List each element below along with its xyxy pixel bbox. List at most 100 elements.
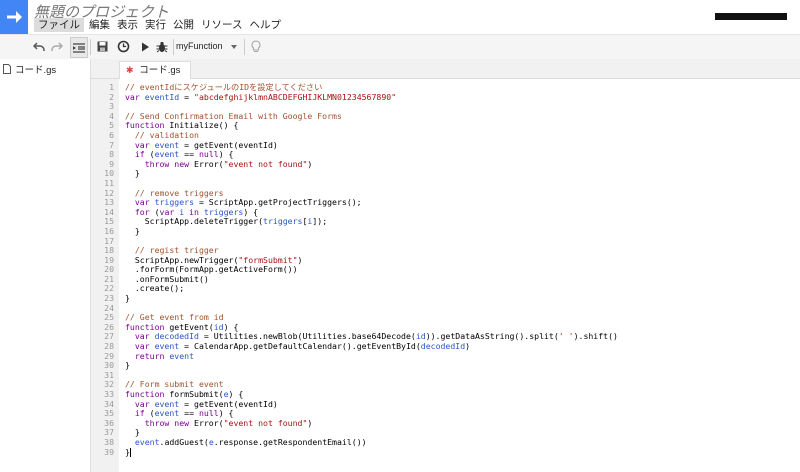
code-token: } [125,168,140,179]
code-token: ) { [228,389,244,399]
code-token: )).getDataAsString().split( [425,331,559,342]
code-token: var [134,341,155,352]
code-token: var [134,398,155,409]
code-token: // Send Confirmation Email with Google F… [125,110,342,121]
app-header: 無題のプロジェクト ファイル 編集 表示 実行 公開 リソース ヘルプ [0,0,800,34]
code-token: event [134,436,160,447]
run-button[interactable] [139,37,151,56]
code-token: decodedId [154,331,199,342]
code-token: event [169,350,195,361]
code-token: var [134,139,155,150]
code-token: event [154,408,180,419]
file-sidebar: コード.gs [0,59,91,472]
code-token: in [184,206,204,217]
code-token: = getEvent(eventId) [179,398,278,409]
toolbar: myFunction [0,34,800,60]
code-text: throw new Error("event not found") [125,158,313,170]
menu-run[interactable]: 実行 [145,18,173,32]
code-token: // remove triggers [134,187,224,198]
code-token: "abcdefghijklmnABCDEFGHIJKLMN01234567890… [194,91,397,102]
menu-resources[interactable]: リソース [201,18,249,32]
code-text: ScriptApp.deleteTrigger(triggers[i]); [125,217,327,227]
debug-bug-icon [156,41,168,52]
debug-button[interactable] [155,37,169,56]
code-token: triggers [154,197,195,208]
redo-button[interactable] [50,37,64,56]
text-cursor [129,447,131,457]
triggers-button[interactable] [116,37,130,56]
code-token: } [125,293,130,304]
chevron-down-icon [231,45,237,49]
indent-button[interactable] [70,37,88,58]
code-editor[interactable]: 1// eventIdにスケジュールのIDを設定してください 2 var event… [91,79,800,472]
code-token: var [134,197,155,208]
code-token: "formSubmit" [238,254,298,265]
code-token: "event not found" [223,158,308,169]
toolbar-divider [173,39,174,55]
code-token: event [154,398,180,409]
code-token: = [179,91,195,102]
code-text: throw new Error("event not found") [125,417,313,429]
code-token: eventId [144,91,180,102]
code-token: triggers [263,216,303,227]
code-token: ).shift() [573,331,618,342]
code-token: .addGuest( [159,436,209,447]
code-token: .forForm(FormApp.getActiveForm()) [125,264,298,275]
lightbulb-button[interactable] [249,37,263,56]
code-token: ) { [223,321,239,332]
code-token: Initialize() { [169,120,239,131]
code-token: .response.getRespondentEmail()) [213,436,367,447]
menu-bar: ファイル 編集 表示 実行 公開 リソース ヘルプ [34,18,288,32]
code-token: formSubmit( [169,389,224,399]
menu-view[interactable]: 表示 [117,18,145,32]
code-token: // Get event from id [125,312,224,323]
code-token: = CalendarApp.getDefaultCalendar().getEv… [179,341,421,352]
code-token: ]); [312,216,328,227]
code-text: event.addGuest(e.response.getRespondentE… [125,436,367,448]
modified-icon: ✱ [126,65,134,75]
save-button[interactable] [95,37,109,56]
menu-publish[interactable]: 公開 [173,18,201,32]
code-token: ) [297,254,303,265]
function-select[interactable]: myFunction [176,38,240,55]
code-text: } [125,293,130,304]
menu-help[interactable]: ヘルプ [249,18,288,32]
code-token: null [198,408,219,419]
apps-script-logo[interactable] [0,0,28,34]
code-token: id [213,321,224,332]
code-token: == [179,149,199,160]
code-token: if [134,408,150,419]
code-token: "event not found" [223,417,308,428]
code-text: return event [125,350,195,362]
account-area[interactable] [715,13,787,20]
code-text: } [125,169,140,179]
code-token: event [154,341,180,352]
code-token: decodedId [420,341,466,352]
code-token: // validation [134,129,199,140]
code-token: .create(); [125,283,185,294]
code-token: // eventIdにスケジュールのIDを設定してください [125,82,323,92]
editor-tab-bar: ✱ コード.gs [91,59,800,79]
indent-icon [73,42,85,53]
code-token: function [125,321,170,332]
code-token: for [134,206,155,217]
code-text: } [125,360,130,371]
tab-code-gs[interactable]: ✱ コード.gs [119,61,192,79]
code-token: Error( [194,158,224,169]
run-play-icon [141,42,149,51]
undo-button[interactable] [32,37,46,56]
code-token: if [134,149,150,160]
code-token: null [198,149,219,160]
code-token: = Utilities.newBlob(Utilities.base64Deco… [198,331,416,342]
file-item[interactable]: コード.gs [0,60,90,78]
menu-edit[interactable]: 編集 [89,18,117,32]
code-token: getEvent( [169,321,214,332]
menu-file[interactable]: ファイル [34,18,84,32]
code-token: var [125,91,145,102]
code-token: ) [307,417,313,428]
